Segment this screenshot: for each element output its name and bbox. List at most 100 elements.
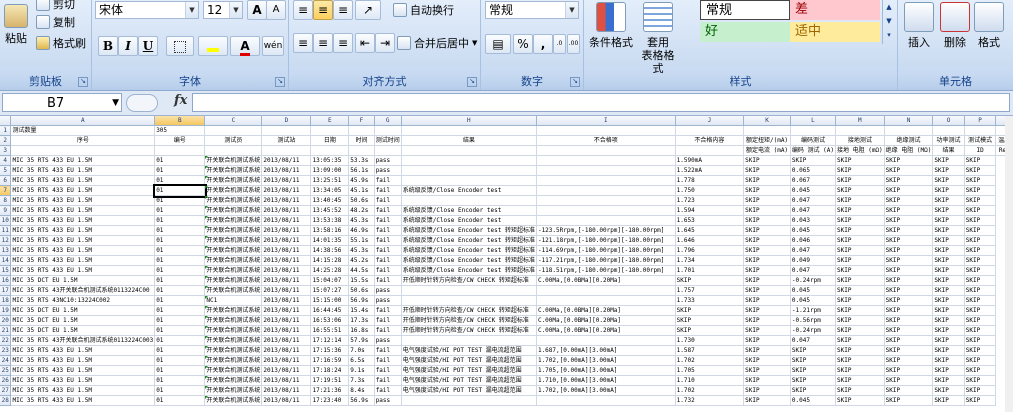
grid-cell[interactable]: 0.065 xyxy=(790,165,836,176)
grid-cell[interactable]: 16:44:45 xyxy=(310,305,350,316)
grid-cell[interactable]: MIC 35 RTS 433 EU 1.5M xyxy=(10,165,156,176)
grid-cell[interactable]: SKIP xyxy=(835,175,885,186)
styles-scroll[interactable]: ▲ ▼ ▾ xyxy=(882,0,895,44)
grid-cell[interactable]: 01 xyxy=(154,325,206,336)
grid-cell[interactable] xyxy=(536,185,676,196)
grid-cell[interactable]: MIC 35 RTS 433 EU 1.5M xyxy=(10,385,156,396)
grid-cell[interactable]: SKIP xyxy=(743,245,791,256)
grid-cell[interactable]: SKIP xyxy=(932,205,965,216)
grid-cell[interactable]: 01 xyxy=(154,155,206,166)
grid-cell[interactable]: 日期 xyxy=(310,135,350,146)
grid-cell[interactable]: 2013/08/11 xyxy=(261,345,312,356)
grid-cell[interactable]: SKIP xyxy=(884,205,934,216)
align-middle-button[interactable]: ≡ xyxy=(313,0,333,20)
style-good[interactable]: 好 xyxy=(700,22,790,42)
grid-cell[interactable]: fail xyxy=(374,205,402,216)
row-header[interactable]: 15 xyxy=(0,265,12,276)
grid-cell[interactable]: 2013/08/11 xyxy=(261,285,312,296)
orientation-button[interactable]: ↗ xyxy=(355,0,381,20)
grid-cell[interactable]: pass xyxy=(374,335,402,346)
grid-cell[interactable]: SKIP xyxy=(932,315,965,326)
grid-cell[interactable]: SKIP xyxy=(743,295,791,306)
grid-cell[interactable] xyxy=(401,175,537,186)
grid-cell[interactable]: 0.046 xyxy=(790,235,836,246)
grid-cell[interactable]: SKIP xyxy=(743,385,791,396)
grid-cell[interactable] xyxy=(310,125,350,136)
grid-cell[interactable]: 01 xyxy=(152,183,207,198)
grid-cell[interactable]: 开关联合机测试系统 xyxy=(204,235,263,246)
style-bad[interactable]: 差 xyxy=(790,0,880,20)
number-launcher[interactable]: ↘ xyxy=(570,77,580,87)
grid-cell[interactable]: SKIP xyxy=(884,215,934,226)
grid-cell[interactable]: 56.9s xyxy=(348,395,375,406)
grid-cell[interactable] xyxy=(204,145,263,156)
grid-cell[interactable]: 1.702 xyxy=(675,385,745,396)
grid-cell[interactable]: MIC 35 RTS 433 EU 1.5M xyxy=(10,345,156,356)
font-color-button[interactable]: A xyxy=(230,36,260,56)
grid-cell[interactable]: SKIP xyxy=(743,315,791,326)
grid-cell[interactable]: 额定电流 (mA) xyxy=(743,145,791,156)
grid-cell[interactable]: 测试模式 xyxy=(964,135,997,146)
grid-cell[interactable]: SKIP xyxy=(743,215,791,226)
grid-cell[interactable]: SKIP xyxy=(932,255,965,266)
grid-cell[interactable]: SKIP xyxy=(835,385,885,396)
grid-cell[interactable]: 1.645 xyxy=(675,225,745,236)
grid-cell[interactable]: -0.24rpm xyxy=(790,325,836,336)
grid-cell[interactable]: 01 xyxy=(154,225,206,236)
grid-cell[interactable]: SKIP xyxy=(835,335,885,346)
grid-cell[interactable]: fail xyxy=(374,345,402,356)
grid-cell[interactable]: SKIP xyxy=(884,305,934,316)
grid-cell[interactable]: SKIP xyxy=(790,365,836,376)
column-header-n[interactable]: N xyxy=(884,116,934,126)
grid-cell[interactable]: 2013/08/11 xyxy=(261,225,312,236)
grid-cell[interactable] xyxy=(10,145,156,156)
grid-cell[interactable]: SKIP xyxy=(835,165,885,176)
grid-cell[interactable]: SKIP xyxy=(932,345,965,356)
grid-cell[interactable]: 开低顺时针转方向检查/CW CHECK 转矩超标准 xyxy=(401,305,537,316)
grid-cell[interactable]: 开关联合机测试系统 xyxy=(204,155,263,166)
grid-cell[interactable] xyxy=(536,285,676,296)
grid-cell[interactable]: 1.733 xyxy=(675,295,745,306)
grid-cell[interactable]: 不合格项 xyxy=(536,135,676,146)
grid-cell[interactable]: fail xyxy=(374,185,402,196)
grid-cell[interactable]: 开低顺时针转方向检查/CW CHECK 转矩超标准 xyxy=(401,275,537,286)
grid-cell[interactable]: 0.047 xyxy=(790,195,836,206)
grid-cell[interactable]: 01 xyxy=(154,305,206,316)
grid-cell[interactable]: 开关联合机测试系统 xyxy=(204,195,263,206)
grid-cell[interactable]: SKIP xyxy=(835,355,885,366)
grid-cell[interactable]: 17:12:14 xyxy=(310,335,350,346)
align-top-button[interactable]: ≡ xyxy=(293,0,313,20)
grid-cell[interactable]: SKIP xyxy=(743,325,791,336)
grid-cell[interactable]: C.00Ma,[0.0BMa][0.20Ma] xyxy=(536,325,676,336)
grid-cell[interactable]: SKIP xyxy=(964,325,997,336)
grid-cell[interactable]: MIC 35 RTS 433 EU 1.5M xyxy=(10,155,156,166)
grid-cell[interactable]: 17:23:40 xyxy=(310,395,350,406)
grid-cell[interactable]: SKIP xyxy=(675,315,745,326)
grid-cell[interactable]: 01 xyxy=(154,265,206,276)
grid-cell[interactable]: 1.701 xyxy=(675,265,745,276)
grid-cell[interactable]: 开关联合机测试系统 xyxy=(204,275,263,286)
grid-cell[interactable]: SKIP xyxy=(835,185,885,196)
grid-cell[interactable]: 14:25:28 xyxy=(310,265,350,276)
row-header[interactable]: 3 xyxy=(0,145,12,156)
grid-cell[interactable]: MIC 35 RTS 433 EU 1.5M xyxy=(10,185,156,196)
grid-cell[interactable]: 6.5s xyxy=(348,355,375,366)
grid-cell[interactable]: SKIP xyxy=(932,215,965,226)
grid-cell[interactable]: NC1 xyxy=(204,295,263,306)
cut-button[interactable]: 剪切 xyxy=(36,0,75,12)
grid-cell[interactable]: SKIP xyxy=(743,305,791,316)
grid-cell[interactable]: 电气强度试验/HI POT TEST 漏电流超范围 xyxy=(401,345,537,356)
column-header-b[interactable]: B xyxy=(154,116,206,126)
column-header-c[interactable]: C xyxy=(204,116,263,126)
row-header[interactable]: 23 xyxy=(0,345,12,356)
grid-cell[interactable]: MIC 35 RTS 43NC10:13224C002 xyxy=(10,295,156,306)
grid-cell[interactable]: SKIP xyxy=(835,325,885,336)
grid-cell[interactable]: 01 xyxy=(154,275,206,286)
row-header[interactable]: 25 xyxy=(0,365,12,376)
grid-cell[interactable]: SKIP xyxy=(932,325,965,336)
grid-cell[interactable]: 开关联合机测试系统 xyxy=(204,165,263,176)
grid-cell[interactable]: 1.653 xyxy=(675,215,745,226)
row-header[interactable]: 11 xyxy=(0,225,12,236)
grid-cell[interactable]: 17:21:36 xyxy=(310,385,350,396)
grid-cell[interactable]: 开低顺时针转方向检查/CW CHECK 转矩超标准 xyxy=(401,315,537,326)
